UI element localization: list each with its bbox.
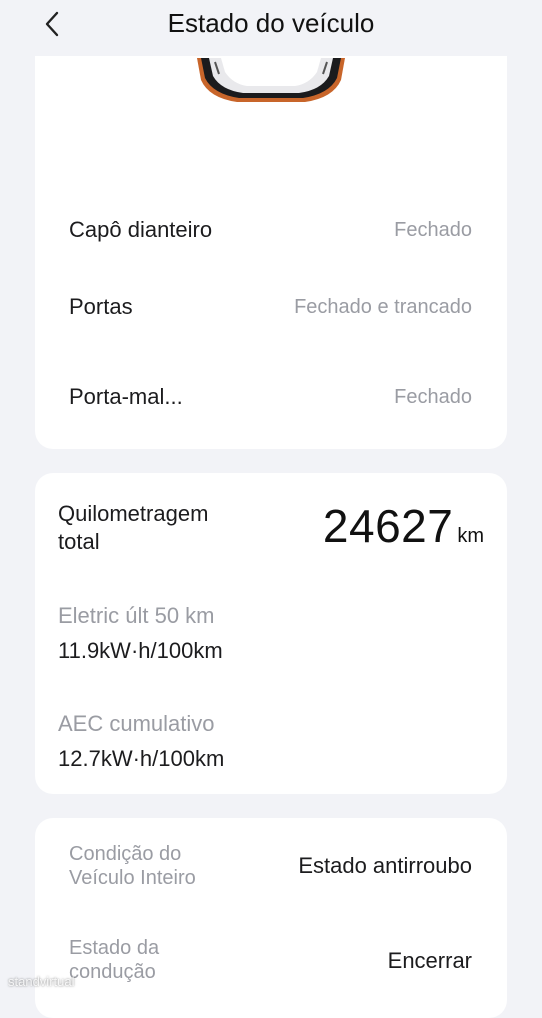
row-trunk: Porta-mal... Fechado xyxy=(69,377,472,417)
total-mileage-value: 24627 km xyxy=(323,499,484,553)
front-hood-value: Fechado xyxy=(394,218,472,241)
row-doors: Portas Fechado e trancado xyxy=(69,287,472,327)
vehicle-condition-label: Condição do Veículo Inteiro xyxy=(69,843,196,889)
trunk-value: Fechado xyxy=(394,385,472,408)
front-hood-label: Capô dianteiro xyxy=(69,217,213,242)
total-mileage-label: Quilometragem total xyxy=(58,501,209,554)
page-title: Estado do veículo xyxy=(167,8,375,38)
recent-consumption-label: Eletric últ 50 km xyxy=(58,603,215,628)
cumulative-consumption-value: 12.7kW·h/100km xyxy=(58,746,225,771)
mileage-unit: km xyxy=(457,525,484,547)
cumulative-consumption-label: AEC cumulativo xyxy=(58,711,215,736)
driving-state-label: Estado da condução xyxy=(69,937,160,983)
door-status-card: Capô dianteiro Fechado Portas Fechado e … xyxy=(35,44,507,449)
driving-state-value: Encerrar xyxy=(387,948,472,973)
recent-consumption-value: 11.9kW·h/100km xyxy=(58,638,223,663)
mileage-number: 24627 xyxy=(322,500,454,552)
watermark: standvirtual xyxy=(8,974,75,989)
doors-value: Fechado e trancado xyxy=(294,295,472,318)
doors-label: Portas xyxy=(69,294,133,319)
vehicle-condition-value: Estado antirroubo xyxy=(298,853,472,878)
header: Estado do veículo xyxy=(0,0,542,56)
row-front-hood: Capô dianteiro Fechado xyxy=(69,210,472,250)
mileage-card: Quilometragem total 24627 km Eletric últ… xyxy=(35,473,507,794)
trunk-label: Porta-mal... xyxy=(69,384,183,409)
condition-card: Condição do Veículo Inteiro Estado antir… xyxy=(35,818,507,1018)
car-image xyxy=(197,58,345,102)
